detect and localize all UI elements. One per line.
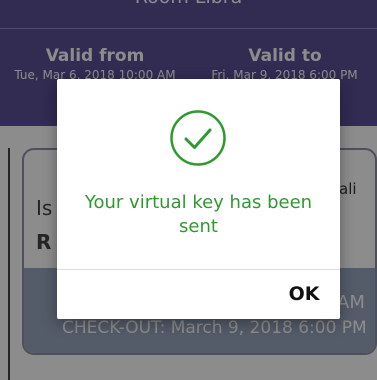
check-circle-icon (170, 110, 226, 166)
dialog-divider (57, 269, 340, 270)
dialog-message: Your virtual key has been sent (84, 192, 313, 237)
ok-button[interactable]: OK (282, 279, 326, 309)
success-dialog: Your virtual key has been sent OK (57, 79, 340, 319)
